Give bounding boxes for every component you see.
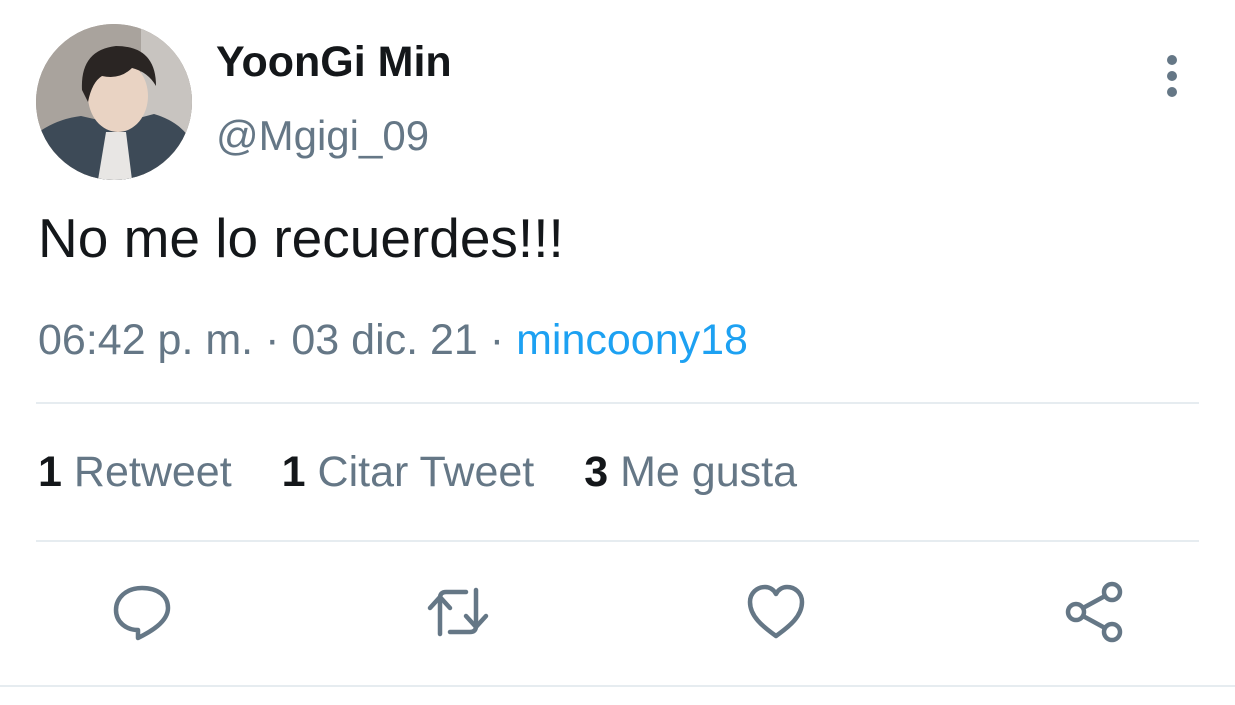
tweet-source-link[interactable]: mincoony18 xyxy=(516,316,748,364)
avatar-image xyxy=(36,24,192,180)
likes-count: 3 xyxy=(584,448,609,496)
quotes-label: Citar Tweet xyxy=(317,448,535,496)
meta-separator: · xyxy=(265,316,280,364)
tweet-detail: YoonGi Min @Mgigi_09 No me lo recuerdes!… xyxy=(0,0,1235,705)
retweet-button[interactable] xyxy=(426,580,490,644)
divider xyxy=(36,402,1199,404)
user-handle[interactable]: @Mgigi_09 xyxy=(216,112,429,160)
reply-button[interactable] xyxy=(110,580,174,644)
quotes-count: 1 xyxy=(281,448,306,496)
retweets-label: Retweet xyxy=(73,448,232,496)
like-button[interactable] xyxy=(744,580,808,644)
avatar[interactable] xyxy=(36,24,192,180)
share-button[interactable] xyxy=(1062,580,1126,644)
divider xyxy=(36,540,1199,542)
retweets-count: 1 xyxy=(38,448,62,496)
tweet-text: No me lo recuerdes!!! xyxy=(38,207,564,269)
share-icon xyxy=(1065,581,1123,643)
meta-separator: · xyxy=(489,316,505,364)
likes-stat[interactable]: 3 Me gusta xyxy=(584,448,797,497)
divider xyxy=(0,685,1235,687)
tweet-date: 03 dic. 21 xyxy=(291,316,478,364)
likes-label: Me gusta xyxy=(620,448,797,496)
retweets-stat[interactable]: 1 Retweet xyxy=(38,448,232,497)
retweet-icon xyxy=(427,587,489,637)
more-options-button[interactable] xyxy=(1150,52,1194,100)
reply-icon xyxy=(113,585,171,641)
tweet-time: 06:42 p. m. xyxy=(38,316,254,364)
heart-icon xyxy=(747,584,805,639)
display-name[interactable]: YoonGi Min xyxy=(216,38,452,87)
tweet-stats: 1 Retweet 1 Citar Tweet 3 Me gusta xyxy=(38,448,835,497)
quotes-stat[interactable]: 1 Citar Tweet xyxy=(282,448,535,497)
tweet-metadata: 06:42 p. m. · 03 dic. 21 · mincoony18 xyxy=(38,316,748,365)
more-vertical-icon xyxy=(1167,55,1177,97)
